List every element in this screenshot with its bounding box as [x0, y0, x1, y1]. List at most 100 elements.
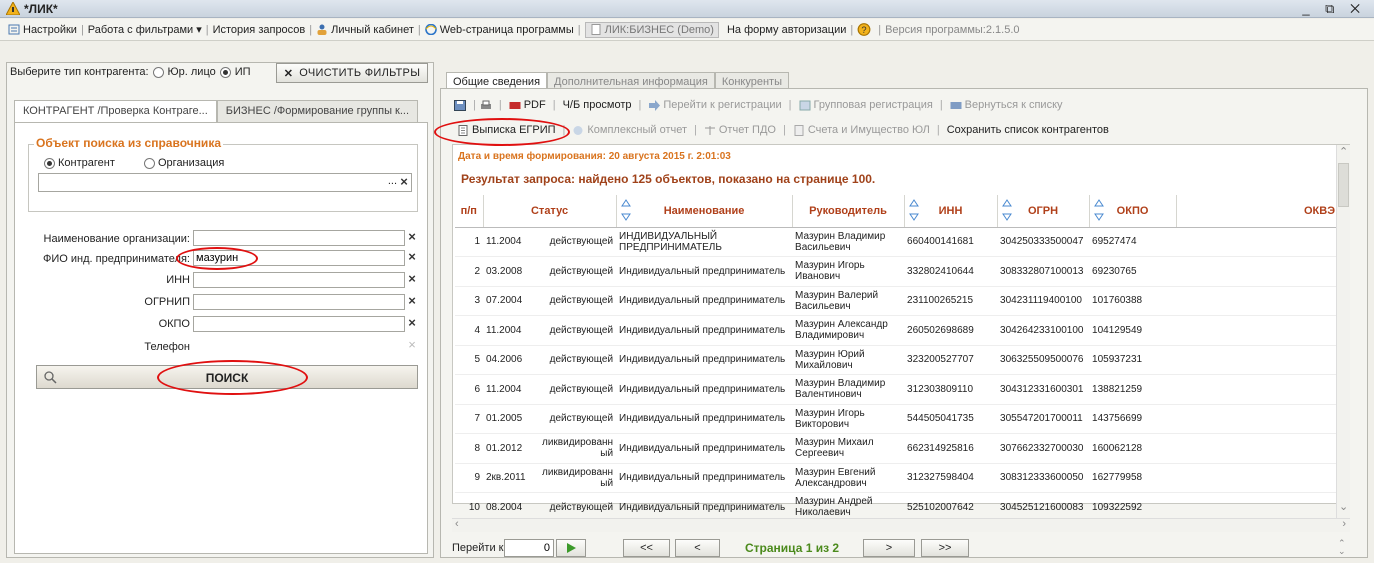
clear-okpo-icon[interactable]: ×: [406, 316, 418, 331]
radio-organization[interactable]: [144, 157, 155, 169]
last-page-button[interactable]: >>: [921, 539, 969, 557]
goto-registration-button[interactable]: Перейти к регистрации: [645, 99, 784, 111]
cell-director: Мазурин Валерий Васильевич: [792, 286, 905, 316]
search-button[interactable]: ПОИСК: [36, 365, 418, 389]
clear-org-name-icon[interactable]: ×: [406, 230, 418, 245]
pdf-button[interactable]: PDF: [506, 99, 549, 111]
clear-filters-label: ОЧИСТИТЬ ФИЛЬТРЫ: [299, 67, 421, 79]
first-page-button[interactable]: <<: [623, 539, 670, 557]
cell-director: Мазурин Владимир Васильевич: [792, 227, 905, 257]
cell-status: действующей: [539, 315, 617, 346]
clear-ogrnip-icon[interactable]: ×: [406, 294, 418, 309]
settings-icon: [8, 24, 20, 35]
menu-auth[interactable]: На форму авторизации: [723, 24, 850, 36]
clear-object-icon[interactable]: ×: [398, 175, 410, 190]
complex-report-button[interactable]: Комплексный отчет: [569, 124, 690, 136]
window-controls[interactable]: _ ⧉ ✕: [1302, 1, 1366, 17]
scroll-thumb[interactable]: [1338, 163, 1349, 207]
scroll-down-icon[interactable]: ⌄: [1339, 500, 1348, 513]
select-dots-button[interactable]: ...: [388, 175, 397, 187]
menu-filters[interactable]: Работа с фильтрами ▾: [84, 23, 206, 36]
back-to-list-button[interactable]: Вернуться к списку: [947, 99, 1066, 111]
clear-filters-button[interactable]: ✕ ОЧИСТИТЬ ФИЛЬТРЫ: [276, 63, 428, 83]
menu-cabinet[interactable]: Личный кабинет: [312, 24, 418, 36]
search-button-label: ПОИСК: [205, 371, 249, 385]
cell-date: 2кв.2011: [483, 463, 539, 493]
tab-contractor[interactable]: КОНТРАГЕНТ /Проверка Контраге...: [14, 100, 217, 122]
fio-input[interactable]: [193, 250, 405, 266]
table-row[interactable]: 4 11.2004 действующей Индивидуальный предпр…: [455, 315, 1337, 346]
table-row[interactable]: 2 03.2008 действующей Индивидуальный предпр…: [455, 256, 1337, 287]
table-row[interactable]: 3 07.2004 действующей Индивидуальный предпр…: [455, 286, 1337, 316]
scroll-up-icon[interactable]: ⌃: [1339, 145, 1348, 158]
col-ogrn[interactable]: ОГРН: [997, 195, 1090, 228]
print-icon[interactable]: [480, 100, 492, 111]
scroll-right-icon[interactable]: ›: [1342, 518, 1346, 530]
clear-fio-icon[interactable]: ×: [406, 250, 418, 265]
radio-ip[interactable]: [219, 66, 231, 78]
sort-icon: [908, 199, 919, 221]
cell-okpo: 105937231: [1089, 345, 1177, 375]
ogrnip-input[interactable]: [193, 294, 405, 310]
tab-business[interactable]: БИЗНЕС /Формирование группы к...: [216, 100, 419, 122]
cell-okpo: 101760388: [1089, 286, 1177, 316]
col-name[interactable]: Наименование: [616, 195, 793, 228]
scroll-left-icon[interactable]: ‹: [455, 518, 459, 530]
search-object-input[interactable]: ...: [38, 173, 412, 192]
group-icon: [799, 100, 811, 111]
menu-history[interactable]: История запросов: [209, 24, 310, 36]
org-name-input[interactable]: [193, 230, 405, 246]
table-row[interactable]: 6 11.2004 действующей Индивидуальный предпр…: [455, 374, 1337, 405]
next-page-button[interactable]: >: [863, 539, 915, 557]
save-icon[interactable]: [454, 99, 466, 111]
horizontal-scrollbar[interactable]: ‹ ›: [452, 518, 1350, 532]
radio-contractor-group[interactable]: Контрагент: [44, 157, 115, 169]
okpo-label: ОКПО: [158, 318, 190, 330]
col-director[interactable]: Руководитель: [792, 195, 905, 228]
menu-help[interactable]: ?: [853, 23, 878, 36]
group-registration-button[interactable]: Групповая регистрация: [796, 99, 936, 111]
cell-status: действующей: [539, 404, 617, 434]
table-row[interactable]: 5 04.2006 действующей Индивидуальный предпр…: [455, 345, 1337, 375]
radio-legal-entity[interactable]: [152, 66, 164, 78]
save-contractors-list-button[interactable]: Сохранить список контрагентов: [944, 124, 1112, 136]
cell-okved: [1176, 463, 1337, 493]
bw-view-button[interactable]: Ч/Б просмотр: [560, 99, 635, 111]
menu-web-label: Web-страница программы: [439, 23, 574, 36]
inn-input[interactable]: [193, 272, 405, 288]
col-inn[interactable]: ИНН: [904, 195, 998, 228]
col-name-label: Наименование: [663, 204, 745, 217]
pdo-report-button[interactable]: Отчет ПДО: [701, 124, 779, 136]
radio-contractor[interactable]: [44, 157, 55, 169]
contractor-type-row: Выберите тип контрагента: Юр. лицо ИП: [10, 66, 251, 78]
okpo-input[interactable]: [193, 316, 405, 332]
vertical-scrollbar[interactable]: ⌃ ⌄: [1336, 145, 1350, 519]
table-header: п/п Статус Наименование Руководитель ИНН…: [455, 195, 1337, 228]
table-row[interactable]: 9 2кв.2011 ликвидированн ый Индивидуальный …: [455, 463, 1337, 493]
menu-settings[interactable]: Настройки: [4, 24, 81, 36]
prev-page-button[interactable]: <: [675, 539, 720, 557]
demo-badge[interactable]: ЛИК:БИЗНЕС (Demo): [584, 21, 719, 38]
document-icon: [591, 24, 601, 36]
radio-organization-group[interactable]: Организация: [144, 157, 224, 169]
cell-inn: 260502698689: [904, 315, 998, 346]
table-row[interactable]: 7 01.2005 действующей Индивидуальный предпр…: [455, 404, 1337, 434]
cell-ogrn: 306325509500076: [997, 345, 1090, 375]
menu-web[interactable]: Web-страница программы: [421, 24, 578, 36]
col-okved[interactable]: ОКВЭ: [1176, 195, 1337, 228]
goto-page-button[interactable]: [556, 539, 586, 557]
table-row[interactable]: 1 11.2004 действующей ИНДИВИДУАЛЬНЫЙ ПРЕДПР…: [455, 227, 1337, 257]
col-okpo[interactable]: ОКПО: [1089, 195, 1177, 228]
accounts-property-button[interactable]: Счета и Имущество ЮЛ: [790, 124, 933, 136]
table-row[interactable]: 8 01.2012 ликвидированн ый Индивидуальный п…: [455, 433, 1337, 464]
clear-phone-icon[interactable]: ×: [406, 338, 418, 353]
col-number[interactable]: п/п: [455, 195, 484, 228]
cell-status: действующей: [539, 256, 617, 287]
goto-page-input[interactable]: [504, 539, 554, 557]
pager-scroll-icon[interactable]: ⌃ ⌄: [1338, 539, 1346, 556]
egrip-extract-button[interactable]: Выписка ЕГРИП: [454, 124, 559, 136]
clear-inn-icon[interactable]: ×: [406, 272, 418, 287]
cell-inn: 231100265215: [904, 286, 998, 316]
cell-number: 7: [455, 404, 483, 434]
col-status[interactable]: Статус: [483, 195, 617, 228]
